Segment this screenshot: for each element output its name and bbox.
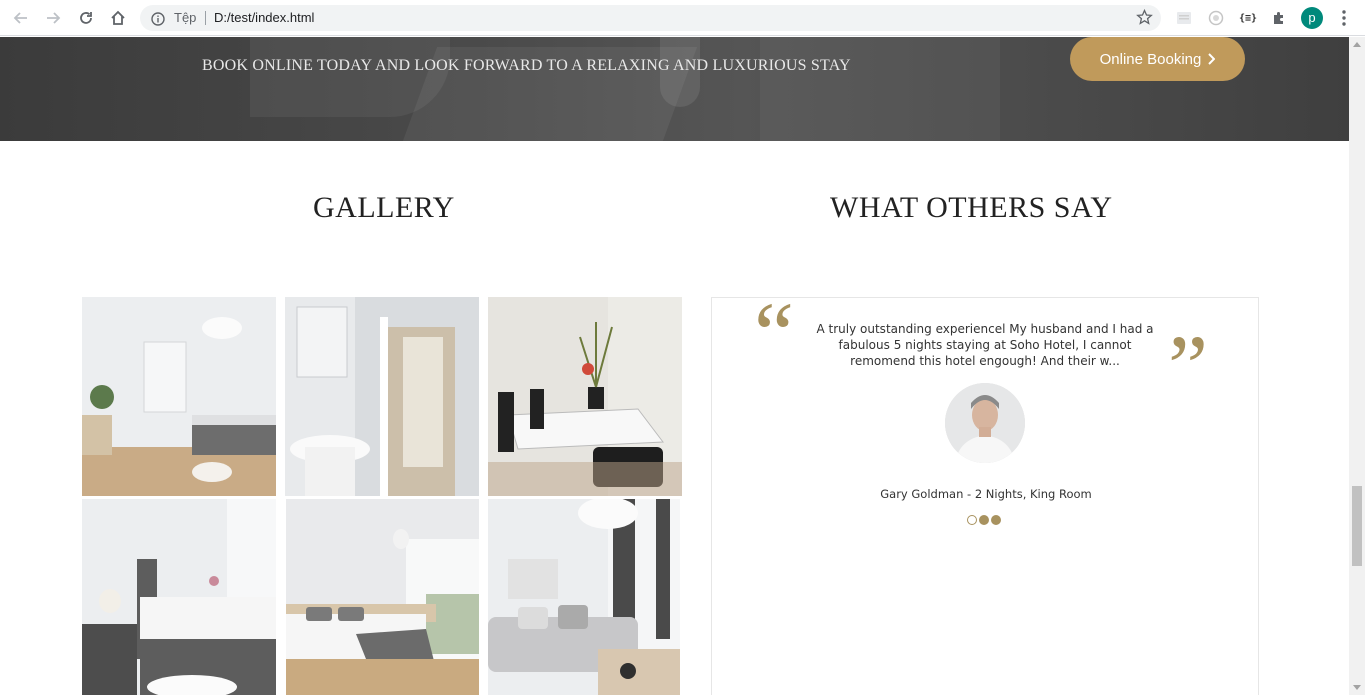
booking-banner: BOOK ONLINE TODAY AND LOOK FORWARD TO A …: [0, 37, 1349, 141]
url-text[interactable]: D:/test/index.html: [214, 10, 314, 25]
url-separator: [205, 11, 206, 25]
gallery-photo[interactable]: [488, 297, 682, 496]
page-scrollbar[interactable]: [1349, 37, 1365, 695]
back-icon[interactable]: [11, 8, 31, 28]
extension-icon-2[interactable]: [1207, 9, 1225, 27]
reload-icon[interactable]: [76, 8, 96, 28]
gallery-photo[interactable]: [286, 499, 479, 695]
star-icon[interactable]: [1136, 8, 1153, 30]
menu-icon[interactable]: [1336, 9, 1352, 27]
page-viewport: BOOK ONLINE TODAY AND LOOK FORWARD TO A …: [0, 37, 1349, 695]
forward-icon[interactable]: [43, 8, 63, 28]
reviewer-name: Gary Goldman - 2 Nights, King Room: [880, 487, 1092, 501]
carousel-dot[interactable]: [967, 515, 977, 525]
reviewer-avatar: [945, 383, 1025, 463]
gallery-photo[interactable]: [82, 297, 276, 496]
profile-avatar[interactable]: p: [1301, 7, 1323, 29]
gallery-photo[interactable]: [488, 499, 680, 695]
carousel-dots: [967, 515, 1001, 525]
carousel-dot[interactable]: [979, 515, 989, 525]
open-quote-icon: “: [754, 285, 794, 384]
scrollbar-thumb[interactable]: [1352, 486, 1362, 566]
info-icon[interactable]: [151, 11, 165, 30]
testimonials-title: WHAT OTHERS SAY: [830, 191, 1113, 224]
scroll-down-icon[interactable]: [1353, 685, 1361, 690]
gallery-photo[interactable]: [82, 499, 276, 695]
address-bar[interactable]: Tệp D:/test/index.html: [140, 5, 1161, 31]
testimonial-quote: A truly outstanding experiencel My husba…: [816, 322, 1154, 368]
carousel-dot[interactable]: [991, 515, 1001, 525]
gallery-grid: [82, 297, 682, 695]
gallery-photo[interactable]: [285, 297, 479, 496]
chevron-right-icon: [1208, 53, 1216, 65]
json-extension-icon[interactable]: {≡}: [1239, 9, 1257, 27]
browser-toolbar: Tệp D:/test/index.html {≡} p: [0, 0, 1365, 36]
extension-puzzle-icon[interactable]: [1270, 9, 1288, 27]
testimonial-card: “ ” A truly outstanding experiencel My h…: [711, 290, 1259, 695]
online-booking-label: Online Booking: [1099, 50, 1202, 68]
extension-icon-1[interactable]: [1175, 9, 1193, 27]
banner-text: BOOK ONLINE TODAY AND LOOK FORWARD TO A …: [202, 57, 851, 74]
scroll-up-icon[interactable]: [1353, 42, 1361, 47]
home-icon[interactable]: [108, 8, 128, 28]
url-scheme-label: Tệp: [174, 10, 197, 25]
banner-bg-shape: [760, 37, 1000, 141]
gallery-title: GALLERY: [313, 191, 455, 224]
online-booking-button[interactable]: Online Booking: [1070, 37, 1245, 81]
close-quote-icon: ”: [1168, 318, 1208, 417]
